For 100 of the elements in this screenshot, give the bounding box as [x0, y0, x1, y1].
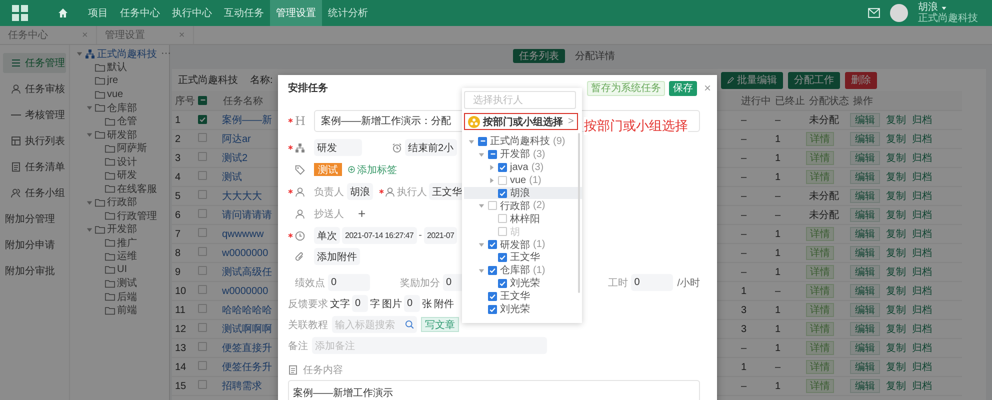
owner-field[interactable]: 胡浪: [347, 183, 373, 200]
tag[interactable]: 测试: [314, 163, 342, 176]
sidebar-item[interactable]: 任务管理: [3, 53, 66, 73]
tree-item[interactable]: 正式尚趣科技: [97, 46, 157, 61]
dialog-button[interactable]: 暂存为系统任务: [586, 80, 665, 96]
tree-item[interactable]: 正式尚趣科技: [490, 134, 550, 148]
highlighted-row[interactable]: 胡浪: [464, 186, 582, 200]
tree-item[interactable]: 刘光荣: [500, 302, 530, 316]
write-article-button[interactable]: 写文章: [421, 317, 459, 332]
tree-item[interactable]: 默认: [107, 60, 127, 74]
task-link[interactable]: w0000000: [220, 248, 268, 258]
close-icon[interactable]: ×: [704, 81, 711, 95]
detail-button[interactable]: 详情: [806, 360, 834, 374]
edit-button[interactable]: 编辑: [850, 379, 880, 393]
add-attachment-button[interactable]: 添加附件: [314, 248, 360, 265]
copy-link[interactable]: 复制: [886, 379, 906, 393]
task-link[interactable]: w0000000: [220, 286, 268, 296]
archive-link[interactable]: 归档: [912, 379, 932, 393]
copy-link[interactable]: 复制: [886, 341, 906, 355]
checkbox[interactable]: [198, 114, 207, 124]
nav-tab[interactable]: 管理设置: [270, 0, 322, 26]
caret-icon[interactable]: [488, 164, 495, 171]
detail-button[interactable]: 详情: [806, 151, 834, 165]
detail-button[interactable]: 详情: [806, 284, 834, 298]
edit-button[interactable]: 编辑: [850, 189, 880, 203]
edit-button[interactable]: 编辑: [850, 303, 880, 317]
copy-link[interactable]: 复制: [886, 360, 906, 374]
task-link[interactable]: 案例——新: [220, 115, 272, 126]
archive-link[interactable]: 归档: [912, 227, 932, 241]
tree-item[interactable]: UI: [117, 264, 127, 276]
archive-link[interactable]: 归档: [912, 265, 932, 279]
edit-button[interactable]: 编辑: [850, 341, 880, 355]
toolbar-button[interactable]: 分配工作: [788, 72, 840, 88]
caret-icon[interactable]: [478, 266, 485, 274]
archive-link[interactable]: 归档: [912, 189, 932, 203]
checkbox[interactable]: [488, 240, 497, 250]
tree-item[interactable]: 仓库部: [500, 263, 530, 278]
tree-item[interactable]: 刘光荣: [510, 276, 540, 290]
archive-link[interactable]: 归档: [912, 113, 932, 127]
task-link[interactable]: 测试2: [220, 153, 248, 164]
caret-icon[interactable]: [941, 4, 947, 10]
task-link[interactable]: 请问请请请: [220, 210, 272, 221]
tree-item[interactable]: 王文华: [500, 289, 530, 304]
edit-button[interactable]: 编辑: [850, 208, 880, 222]
tree-item[interactable]: 研发部: [500, 238, 530, 252]
task-link[interactable]: 大大大大: [220, 191, 262, 202]
performance-field[interactable]: 0: [328, 274, 370, 291]
caret-icon[interactable]: [86, 131, 93, 138]
sidebar-item[interactable]: 执行列表: [3, 131, 66, 151]
start-time-field[interactable]: 2021-07-14 16:27:47: [342, 227, 417, 244]
nav-tab[interactable]: 统计分析: [322, 0, 374, 26]
department-field[interactable]: 研发: [314, 139, 362, 156]
caret-icon[interactable]: [86, 104, 93, 112]
tree-item[interactable]: 仓库部: [107, 100, 137, 115]
tree-item[interactable]: java: [510, 162, 528, 173]
archive-link[interactable]: 归档: [912, 246, 932, 260]
tree-item[interactable]: 测试: [117, 276, 137, 290]
reminder-field[interactable]: 结束前2小: [405, 139, 457, 156]
hours-field[interactable]: 0: [631, 274, 674, 291]
edit-button[interactable]: 编辑: [850, 170, 880, 184]
task-link[interactable]: 便签直接升: [220, 343, 272, 354]
edit-button[interactable]: 编辑: [850, 322, 880, 336]
home-icon[interactable]: [58, 8, 68, 18]
detail-button[interactable]: 详情: [806, 303, 834, 317]
tree-item[interactable]: 行政部: [500, 198, 530, 213]
checkbox[interactable]: [488, 304, 497, 314]
caret-icon[interactable]: [76, 50, 83, 58]
edit-button[interactable]: 编辑: [850, 113, 880, 127]
view-tab[interactable]: 任务列表: [513, 49, 565, 63]
tree-item[interactable]: 胡浪: [510, 186, 530, 200]
tree-item[interactable]: 林梓阳: [510, 212, 540, 226]
tree-item[interactable]: 开发部: [500, 147, 530, 162]
copy-link[interactable]: 复制: [886, 151, 906, 165]
edit-button[interactable]: 编辑: [850, 227, 880, 241]
detail-button[interactable]: 详情: [806, 170, 834, 184]
tree-item[interactable]: 研发部: [107, 128, 137, 142]
detail-button[interactable]: 详情: [806, 322, 834, 336]
copy-link[interactable]: 复制: [886, 284, 906, 298]
tree-item[interactable]: 仓管: [117, 114, 137, 128]
edit-button[interactable]: 编辑: [850, 132, 880, 146]
task-link[interactable]: qwwwww: [220, 228, 264, 240]
copy-link[interactable]: 复制: [886, 170, 906, 184]
checkbox[interactable]: [498, 278, 507, 288]
nav-tab[interactable]: 任务中心: [114, 0, 166, 26]
edit-button[interactable]: 编辑: [850, 284, 880, 298]
detail-button[interactable]: 详情: [806, 227, 834, 241]
add-icon[interactable]: +: [358, 206, 366, 221]
more-icon[interactable]: ···: [161, 48, 171, 60]
caret-icon[interactable]: [86, 226, 93, 233]
edit-button[interactable]: 编辑: [850, 151, 880, 165]
detail-button[interactable]: 详情: [806, 379, 834, 393]
copy-link[interactable]: 复制: [886, 132, 906, 146]
close-icon[interactable]: ×: [82, 30, 88, 40]
text-count-field[interactable]: 0: [352, 295, 368, 312]
detail-button[interactable]: 详情: [806, 246, 834, 260]
checkbox[interactable]: [478, 136, 487, 146]
avatar[interactable]: [890, 4, 908, 22]
caret-icon[interactable]: [488, 176, 495, 184]
remark-field[interactable]: 添加备注: [312, 337, 547, 354]
checkbox[interactable]: [488, 266, 497, 275]
